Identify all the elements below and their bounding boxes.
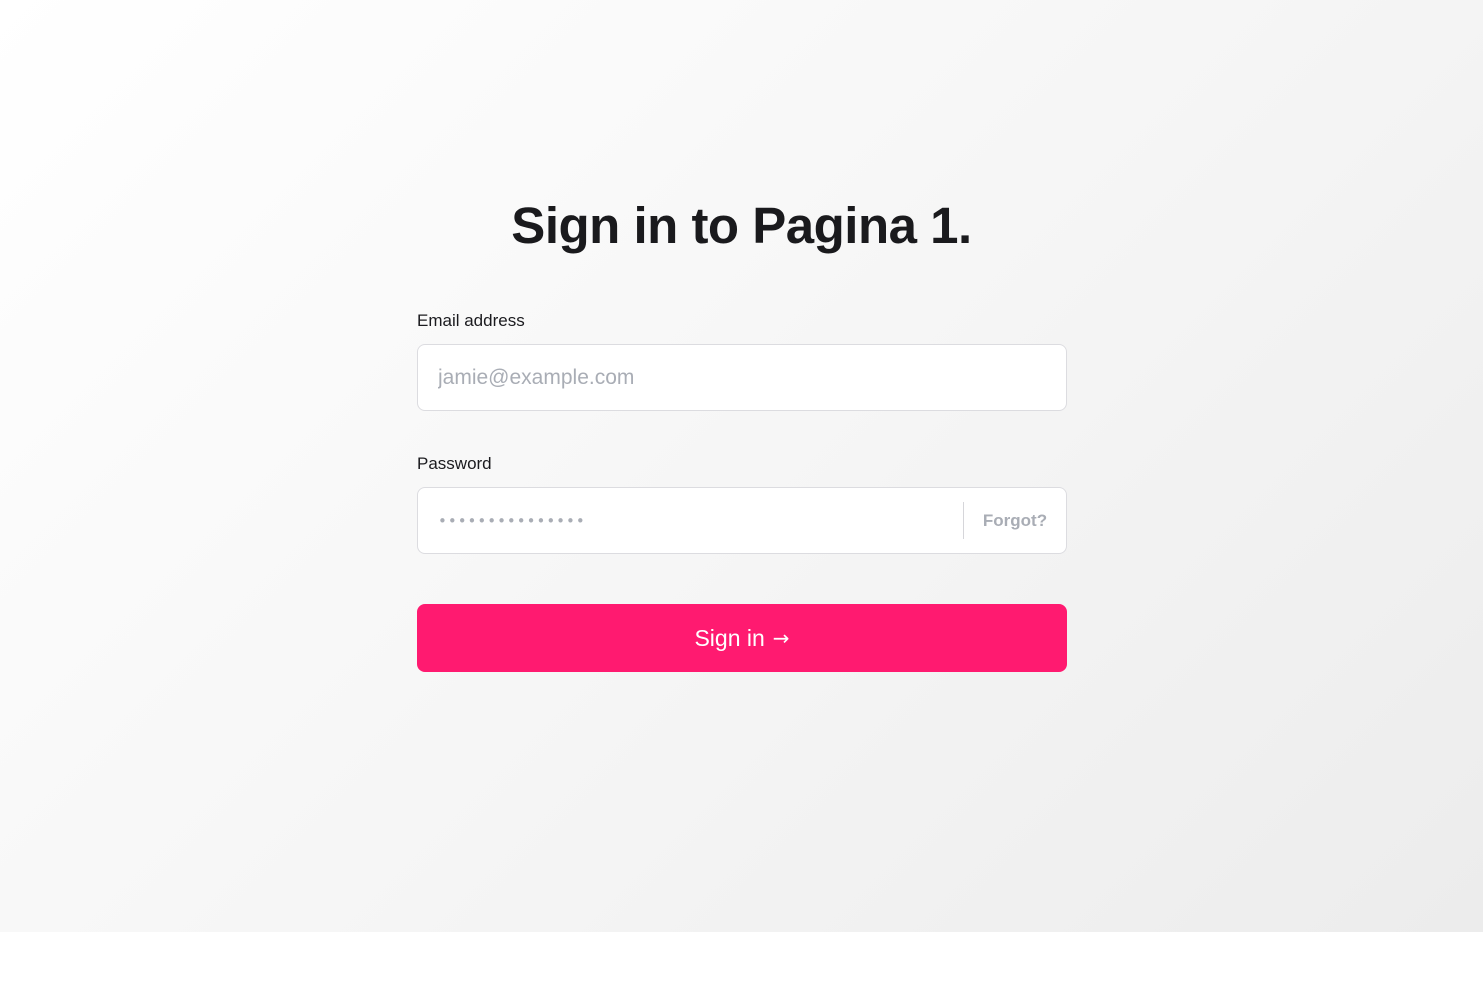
arrow-right-icon: →: [772, 626, 790, 650]
page-title: Sign in to Pagina 1.: [511, 197, 972, 254]
password-label: Password: [417, 454, 492, 473]
email-group: Email address: [417, 308, 1067, 411]
email-label: Email address: [417, 311, 525, 330]
password-field[interactable]: •••••••••••••••: [418, 512, 963, 530]
email-field-wrapper: [417, 344, 1067, 411]
password-group: Password ••••••••••••••• Forgot?: [417, 451, 1067, 554]
sign-in-button[interactable]: Sign in →: [417, 604, 1067, 672]
login-page: Sign in to Pagina 1. Email address Passw…: [0, 0, 1483, 932]
sign-in-form: Email address Password ••••••••••••••• F…: [417, 308, 1067, 672]
forgot-password-link[interactable]: Forgot?: [964, 511, 1066, 531]
password-field-wrapper: ••••••••••••••• Forgot?: [417, 487, 1067, 554]
email-field[interactable]: [418, 345, 1066, 410]
sign-in-button-label: Sign in: [694, 624, 765, 651]
